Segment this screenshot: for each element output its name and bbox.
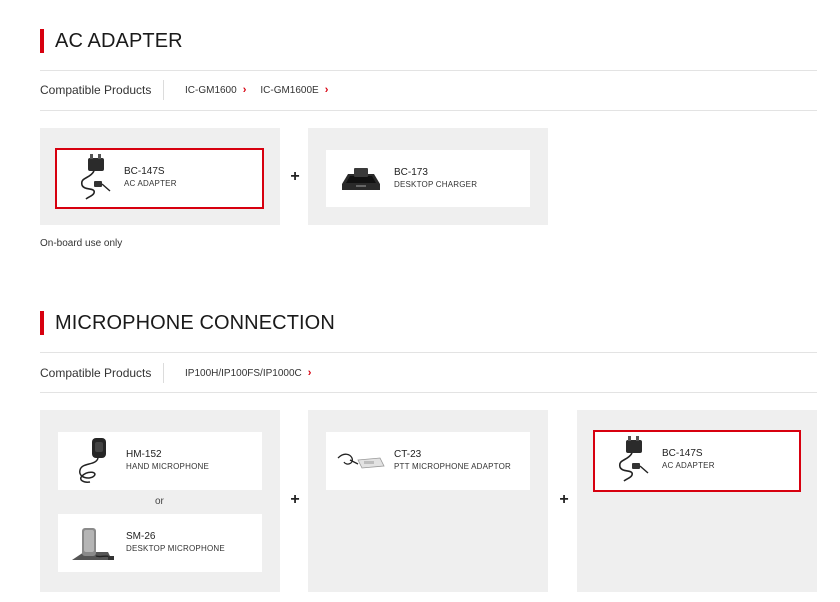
product-description: AC ADAPTER <box>124 179 177 188</box>
product-name: BC-147S <box>662 448 703 459</box>
product-card-ct-23[interactable]: CT-23 PTT MICROPHONE ADAPTOR <box>326 432 530 490</box>
plus-icon: + <box>290 168 300 185</box>
vertical-separator <box>163 80 164 100</box>
compat-link-ic-gm1600e[interactable]: IC-GM1600E › <box>260 84 328 96</box>
page-title: AC ADAPTER <box>55 29 183 52</box>
compatible-products-row: Compatible Products IC-GM1600 › IC-GM1600… <box>40 79 342 101</box>
section-title-microphone-connection: MICROPHONE CONNECTION <box>40 311 335 335</box>
product-name: SM-26 <box>126 531 156 542</box>
compatible-products-label: Compatible Products <box>40 366 152 380</box>
title-accent-bar <box>40 29 44 53</box>
product-name: CT-23 <box>394 449 422 460</box>
desktop-charger-icon <box>342 168 380 190</box>
usage-note: On-board use only <box>40 238 123 249</box>
product-description: PTT MICROPHONE ADAPTOR <box>394 462 512 471</box>
plus-icon: + <box>559 491 569 508</box>
chevron-right-icon: › <box>242 84 247 96</box>
vertical-separator <box>163 363 164 383</box>
desktop-microphone-icon <box>72 528 114 560</box>
product-description: DESKTOP CHARGER <box>394 180 478 189</box>
compatible-products-row: Compatible Products IP100H/IP100FS/IP100… <box>40 362 325 384</box>
product-name: BC-147S <box>124 166 165 177</box>
product-description: HAND MICROPHONE <box>126 462 210 471</box>
divider <box>40 70 817 71</box>
chevron-right-icon: › <box>307 367 312 379</box>
product-name: BC-173 <box>394 167 428 178</box>
ptt-adaptor-icon <box>337 453 385 469</box>
title-accent-bar <box>40 311 44 335</box>
divider <box>40 392 817 393</box>
product-description: AC ADAPTER <box>662 461 715 470</box>
section-title-ac-adapter: AC ADAPTER <box>40 29 183 53</box>
compatible-products-label: Compatible Products <box>40 83 152 97</box>
ac-adapter-icon <box>618 436 649 482</box>
page-title: MICROPHONE CONNECTION <box>55 311 335 334</box>
product-card-bc-147s[interactable]: BC-147S AC ADAPTER <box>55 148 264 209</box>
or-separator: or <box>155 496 164 507</box>
product-card-bc-173[interactable]: BC-173 DESKTOP CHARGER <box>326 150 530 207</box>
ac-adapter-icon <box>80 154 111 200</box>
chevron-right-icon: › <box>324 84 329 96</box>
product-card-bc-147s[interactable]: BC-147S AC ADAPTER <box>593 430 801 492</box>
divider <box>40 110 817 111</box>
hand-microphone-icon <box>79 438 106 483</box>
plus-icon: + <box>290 491 300 508</box>
product-card-hm-152[interactable]: HM-152 HAND MICROPHONE <box>58 432 262 490</box>
product-card-sm-26[interactable]: SM-26 DESKTOP MICROPHONE <box>58 514 262 572</box>
compat-link-ic-gm1600[interactable]: IC-GM1600 › <box>185 84 246 96</box>
product-name: HM-152 <box>126 449 162 460</box>
product-description: DESKTOP MICROPHONE <box>126 544 225 553</box>
divider <box>40 352 817 353</box>
compat-link-ip100h[interactable]: IP100H/IP100FS/IP1000C › <box>185 367 311 379</box>
